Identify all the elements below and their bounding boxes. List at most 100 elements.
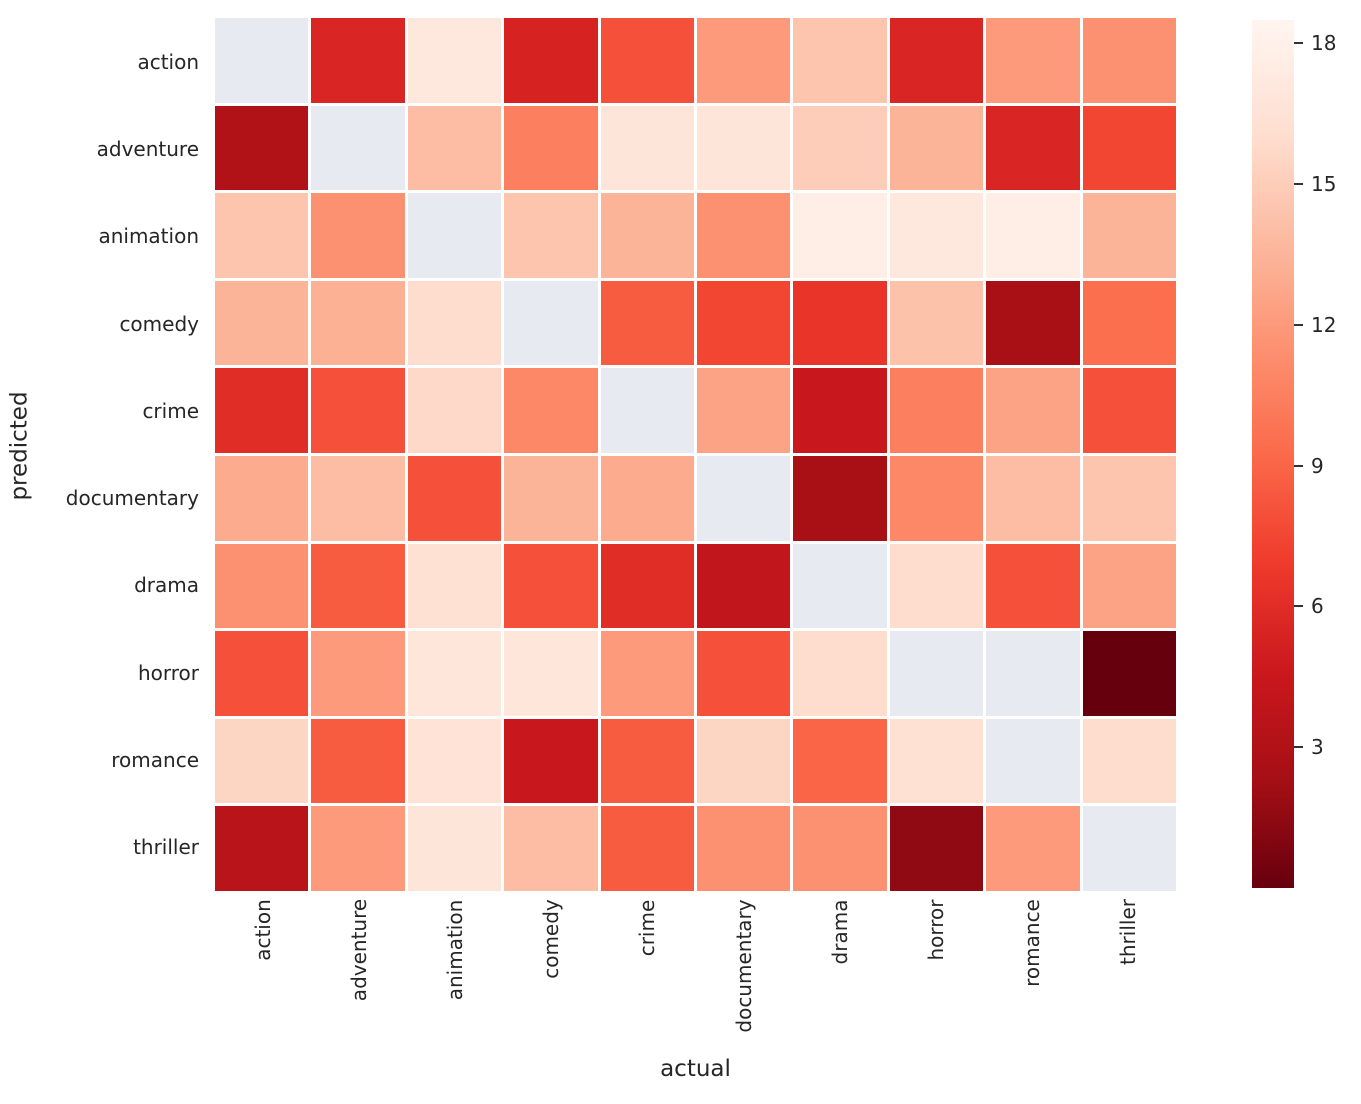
- colorbar-tick-mark: [1294, 42, 1303, 45]
- y-tick-label: romance: [111, 748, 199, 773]
- y-tick-label: horror: [137, 660, 199, 685]
- heatmap-cell: [600, 455, 694, 541]
- heatmap-cell: [986, 18, 1080, 103]
- heatmap-cell: [793, 368, 887, 453]
- heatmap-cell: [889, 455, 984, 541]
- y-tick-label: adventure: [96, 136, 199, 161]
- heatmap-cell: [986, 455, 1080, 541]
- heatmap-cell: [504, 543, 598, 629]
- colorbar-gradient: [1252, 20, 1294, 888]
- heatmap-cell: [1082, 806, 1176, 891]
- heatmap-cell: [1082, 368, 1176, 453]
- heatmap-cell: [504, 193, 598, 278]
- heatmap-cell: [1082, 280, 1176, 366]
- heatmap-cell: [504, 280, 598, 366]
- heatmap-cell: [600, 105, 694, 191]
- heatmap-cell: [215, 18, 309, 103]
- heatmap-cell: [311, 193, 405, 278]
- heatmap-cell: [986, 193, 1080, 278]
- heatmap-cell: [311, 18, 405, 103]
- heatmap-cell: [697, 806, 791, 891]
- colorbar-tick-mark: [1294, 464, 1303, 467]
- x-tick-label-text: adventure: [347, 898, 372, 1002]
- x-tick-label: adventure: [311, 893, 407, 1048]
- heatmap-cell: [504, 368, 598, 453]
- x-tick-label-text: crime: [635, 899, 660, 956]
- x-tick-label-text: romance: [1019, 899, 1044, 987]
- heatmap-cell: [986, 631, 1080, 716]
- heatmap-cell: [504, 455, 598, 541]
- y-tick-label: thriller: [133, 835, 199, 860]
- colorbar-tick-mark: [1294, 605, 1303, 608]
- heatmap-cell: [697, 631, 791, 716]
- heatmap-cell: [889, 543, 984, 629]
- x-tick-label-text: documentary: [731, 898, 756, 1033]
- heatmap-cell: [793, 631, 887, 716]
- heatmap-cell: [697, 718, 791, 804]
- heatmap-cell: [1082, 631, 1176, 716]
- heatmap-cell: [311, 105, 405, 191]
- heatmap-cell: [793, 18, 887, 103]
- heatmap-cell: [1082, 455, 1176, 541]
- heatmap-cell: [504, 18, 598, 103]
- heatmap-cell: [793, 718, 887, 804]
- heatmap-cell: [793, 543, 887, 629]
- x-tick-label-text: animation: [443, 899, 468, 1000]
- heatmap-cell: [215, 543, 309, 629]
- heatmap-cell: [1082, 105, 1176, 191]
- heatmap-cell: [889, 18, 984, 103]
- heatmap-cell: [311, 718, 405, 804]
- y-tick-label: drama: [134, 573, 199, 598]
- heatmap-cell: [793, 806, 887, 891]
- colorbar-tick-mark: [1294, 183, 1303, 186]
- heatmap-cell: [1082, 543, 1176, 629]
- y-axis-label-text: predicted: [7, 390, 34, 501]
- heatmap-cell: [407, 193, 502, 278]
- heatmap-cell: [986, 105, 1080, 191]
- heatmap-cell: [407, 368, 502, 453]
- heatmap-cell: [889, 105, 984, 191]
- heatmap-cell: [793, 455, 887, 541]
- heatmap-cell: [889, 368, 984, 453]
- heatmap-cell: [889, 280, 984, 366]
- heatmap-cell: [600, 631, 694, 716]
- x-tick-label-text: action: [251, 899, 276, 961]
- heatmap-cell: [697, 105, 791, 191]
- y-tick-label: action: [137, 49, 199, 74]
- y-axis-label: predicted: [0, 0, 40, 891]
- heatmap-figure: predicted action adventure animation comedy…: [0, 0, 1361, 1104]
- heatmap-cell: [986, 543, 1080, 629]
- heatmap-cell: [1082, 718, 1176, 804]
- heatmap-cell: [600, 193, 694, 278]
- heatmap-cell: [504, 718, 598, 804]
- x-tick-label: documentary: [696, 893, 792, 1048]
- heatmap-cell: [600, 18, 694, 103]
- heatmap-cell: [407, 806, 502, 891]
- heatmap-cell: [215, 631, 309, 716]
- heatmap-cell: [215, 105, 309, 191]
- heatmap-cell: [311, 280, 405, 366]
- x-tick-labels: action adventure animation comedy crime docum…: [215, 893, 1176, 1048]
- heatmap-cell: [407, 105, 502, 191]
- x-tick-label: comedy: [503, 893, 599, 1048]
- y-tick-label: documentary: [65, 486, 199, 511]
- heatmap-cell: [215, 280, 309, 366]
- heatmap-cell: [407, 631, 502, 716]
- heatmap-cell: [407, 543, 502, 629]
- x-tick-label: romance: [984, 893, 1080, 1048]
- x-tick-label: drama: [792, 893, 888, 1048]
- heatmap-cell: [889, 193, 984, 278]
- heatmap-cell: [986, 280, 1080, 366]
- heatmap-cell: [986, 718, 1080, 804]
- x-tick-label: action: [215, 893, 311, 1048]
- heatmap-cell: [311, 455, 405, 541]
- heatmap-cell: [504, 631, 598, 716]
- heatmap-cell: [697, 368, 791, 453]
- x-tick-label: horror: [888, 893, 984, 1048]
- heatmap-cell: [1082, 193, 1176, 278]
- heatmap-grid: [215, 18, 1176, 891]
- heatmap-cell: [504, 105, 598, 191]
- heatmap-cell: [504, 806, 598, 891]
- colorbar: 3 6 9 12 15 18: [1252, 20, 1361, 888]
- heatmap-cell: [215, 368, 309, 453]
